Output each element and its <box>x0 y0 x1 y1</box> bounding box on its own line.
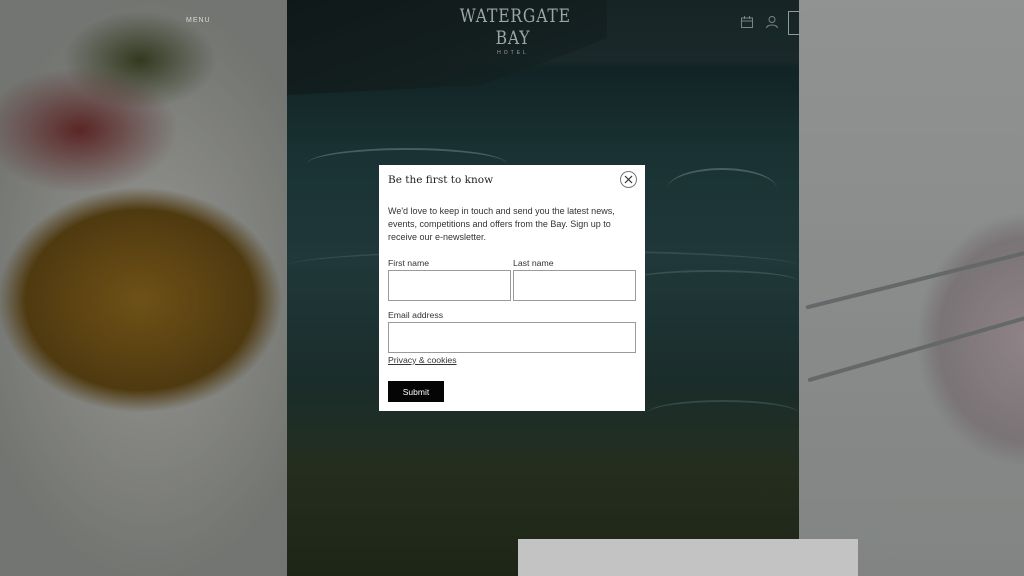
email-label: Email address <box>388 310 444 320</box>
privacy-cookies-link[interactable]: Privacy & cookies <box>388 355 457 365</box>
modal-title: Be the first to know <box>388 174 494 186</box>
first-name-label: First name <box>388 258 430 268</box>
first-name-field[interactable] <box>388 270 511 301</box>
calendar-icon[interactable] <box>740 15 754 29</box>
newsletter-modal: Be the first to know We'd love to keep i… <box>379 165 645 411</box>
site-logo[interactable]: WATERGATE BAY HOTEL <box>448 5 578 56</box>
last-name-field[interactable] <box>513 270 636 301</box>
logo-title: WATERGATE BAY <box>459 5 571 49</box>
page-card <box>518 539 858 576</box>
last-name-label: Last name <box>513 258 554 268</box>
email-field[interactable] <box>388 322 636 353</box>
logo-subtitle: HOTEL <box>497 50 529 56</box>
book-button[interactable] <box>788 11 801 35</box>
modal-intro-text: We'd love to keep in touch and send you … <box>388 206 615 243</box>
user-icon[interactable] <box>765 15 779 29</box>
menu-button[interactable]: MENU <box>186 17 211 24</box>
close-icon[interactable] <box>620 171 637 188</box>
submit-button[interactable]: Submit <box>388 381 444 402</box>
